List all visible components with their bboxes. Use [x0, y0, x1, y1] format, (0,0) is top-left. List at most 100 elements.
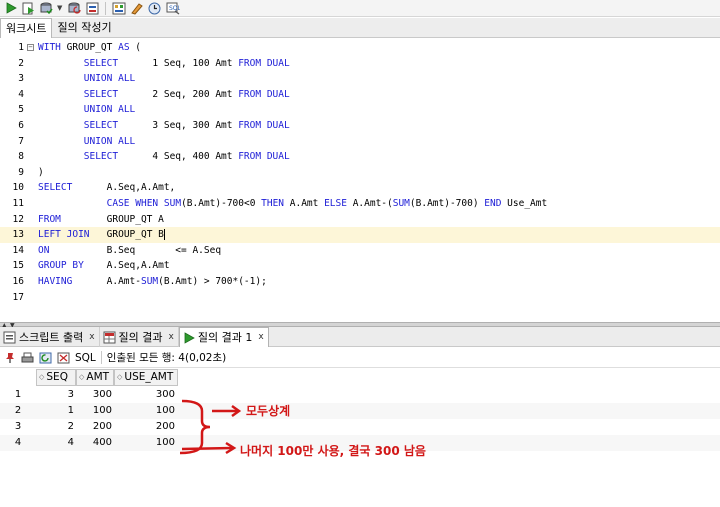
cell-amt: 100 [92, 405, 112, 416]
line-number: 14 [12, 244, 24, 256]
row-number: 3 [14, 421, 22, 432]
sql-label[interactable]: SQL [75, 352, 96, 364]
print-icon[interactable] [21, 352, 34, 364]
line-number: 15 [12, 260, 24, 272]
query-result-icon [103, 331, 116, 343]
close-icon[interactable]: x [89, 328, 94, 347]
run-script-icon[interactable] [21, 1, 36, 15]
commit-icon[interactable] [39, 1, 54, 15]
close-icon[interactable]: x [258, 328, 263, 347]
code-line[interactable]: 15 GROUP BY A.Seq,A.Amt [0, 258, 720, 274]
code-line[interactable]: 8 SELECT 4 Seq, 400 Amt FROM DUAL [0, 149, 720, 165]
code-text: ON B.Seq <= A.Seq [38, 244, 222, 256]
cell-use-amt: 200 [155, 421, 175, 432]
code-text: SELECT 4 Seq, 400 Amt FROM DUAL [83, 151, 290, 163]
explain-plan-icon[interactable] [111, 1, 126, 15]
code-line[interactable]: 4 SELECT 2 Seq, 200 Amt FROM DUAL [0, 87, 720, 103]
code-line[interactable]: 11 CASE WHEN SUM(B.Amt)-700<0 THEN A.Amt… [0, 196, 720, 212]
autotrace-icon[interactable] [85, 1, 100, 15]
cell-amt: 300 [92, 389, 112, 400]
line-number: 11 [12, 198, 24, 209]
code-line[interactable]: 2 SELECT 1 Seq, 100 Amt FROM DUAL [0, 56, 720, 72]
line-number: 16 [12, 276, 24, 287]
line-number: 13 [12, 229, 24, 241]
table-row[interactable]: 1 3 300 300 [0, 387, 720, 403]
code-text: ) [38, 166, 44, 178]
code-text: FROM GROUP_QT A [38, 213, 164, 225]
tab-query-result[interactable]: 질의 결과 x [100, 327, 179, 347]
toolbar-separator [105, 1, 106, 15]
annotation-note-1: 모두상계 [246, 404, 291, 418]
result-grid[interactable]: ◇ SEQ ◇ AMT ◇ USE_AMT 1 3 300 300 2 1 10… [0, 369, 720, 507]
toolbar-separator [100, 351, 102, 364]
sort-icon: ◇ [39, 373, 45, 381]
column-header-seq[interactable]: ◇ SEQ [36, 369, 76, 386]
line-number: 1 [18, 42, 24, 53]
line-number: 10 [12, 182, 24, 194]
code-line[interactable]: 3 UNION ALL [0, 71, 720, 87]
code-line[interactable]: 10 SELECT A.Seq,A.Amt, [0, 180, 720, 196]
pin-icon[interactable] [4, 352, 16, 364]
column-header-amt[interactable]: ◇ AMT [76, 369, 114, 386]
run-statement-icon[interactable] [3, 1, 18, 15]
code-text: CASE WHEN SUM(B.Amt)-700<0 THEN A.Amt EL… [106, 198, 548, 209]
sql-editor[interactable]: 1− WITH GROUP_QT AS (2 SELECT 1 Seq, 100 … [0, 39, 720, 322]
tab-query-result-1[interactable]: 질의 결과 1 x [178, 327, 269, 347]
script-output-icon [3, 331, 16, 343]
cell-use-amt: 300 [155, 389, 175, 400]
code-text: UNION ALL [83, 104, 136, 116]
cell-use-amt: 100 [155, 437, 175, 448]
tab-script-output[interactable]: 스크립트 출력 x [0, 327, 100, 347]
code-line[interactable]: 9) [0, 165, 720, 181]
svg-text:SQL: SQL [169, 5, 180, 12]
main-toolbar: ▼ SQL [0, 0, 720, 17]
sql-monitor-icon[interactable]: SQL [165, 1, 180, 15]
close-icon[interactable]: x [169, 328, 174, 347]
fetch-status: 인출된 모든 행: 4(0,02초) [106, 352, 227, 364]
code-line[interactable]: 17 [0, 290, 720, 306]
tab-query-builder[interactable]: 질의 작성기 [52, 18, 116, 38]
tab-query-result-label: 질의 결과 [118, 330, 163, 344]
cell-seq: 1 [67, 405, 74, 416]
tab-query-result-1-label: 질의 결과 1 [197, 331, 253, 344]
refresh-icon[interactable] [39, 352, 52, 364]
cell-seq: 2 [67, 421, 74, 432]
code-text: SELECT 3 Seq, 300 Amt FROM DUAL [83, 120, 290, 131]
commit-dropdown-icon[interactable]: ▼ [57, 4, 64, 12]
code-text: UNION ALL [83, 135, 136, 147]
code-line[interactable]: 5 UNION ALL [0, 102, 720, 118]
line-number: 8 [18, 151, 24, 163]
result-toolbar: SQL 인출된 모든 행: 4(0,02초) [0, 348, 720, 368]
code-line[interactable]: 16 HAVING A.Amt-SUM(B.Amt) > 700*(-1); [0, 274, 720, 290]
cell-seq: 4 [67, 437, 74, 448]
worksheet-tabs: 워크시트 질의 작성기 [0, 18, 720, 38]
code-line[interactable]: 14 ON B.Seq <= A.Seq [0, 243, 720, 259]
output-tabs: 스크립트 출력 x 질의 결과 x 질의 결과 1 x [0, 327, 720, 347]
code-line[interactable]: 7 UNION ALL [0, 134, 720, 150]
export-icon[interactable] [57, 352, 70, 364]
line-number: 17 [12, 291, 24, 303]
table-row[interactable]: 3 2 200 200 [0, 419, 720, 435]
annotation-note-2: 나머지 100만 사용, 결국 300 남음 [240, 444, 426, 458]
line-number: 7 [18, 135, 24, 147]
code-text: SELECT A.Seq,A.Amt, [38, 182, 176, 194]
code-line[interactable]: 1− WITH GROUP_QT AS ( [0, 40, 720, 56]
line-number: 9 [18, 166, 24, 178]
table-row[interactable]: 2 1 100 100 [0, 403, 720, 419]
code-text: HAVING A.Amt-SUM(B.Amt) > 700*(-1); [38, 276, 267, 287]
code-line[interactable]: 6 SELECT 3 Seq, 300 Amt FROM DUAL [0, 118, 720, 134]
code-line[interactable]: 13 LEFT JOIN GROUP_QT B [0, 227, 720, 243]
line-number: 6 [18, 120, 24, 131]
line-number: 3 [18, 73, 24, 85]
cell-amt: 400 [92, 437, 112, 448]
line-number: 4 [18, 88, 24, 100]
clear-icon[interactable] [129, 1, 144, 15]
fold-toggle-icon[interactable]: − [27, 44, 34, 51]
rollback-icon[interactable] [67, 1, 82, 15]
sort-icon: ◇ [79, 373, 85, 381]
code-line[interactable]: 12 FROM GROUP_QT A [0, 212, 720, 228]
history-icon[interactable] [147, 1, 162, 15]
tab-worksheet[interactable]: 워크시트 [0, 18, 53, 38]
column-header-use-amt[interactable]: ◇ USE_AMT [114, 369, 178, 386]
cell-seq: 3 [67, 389, 74, 400]
